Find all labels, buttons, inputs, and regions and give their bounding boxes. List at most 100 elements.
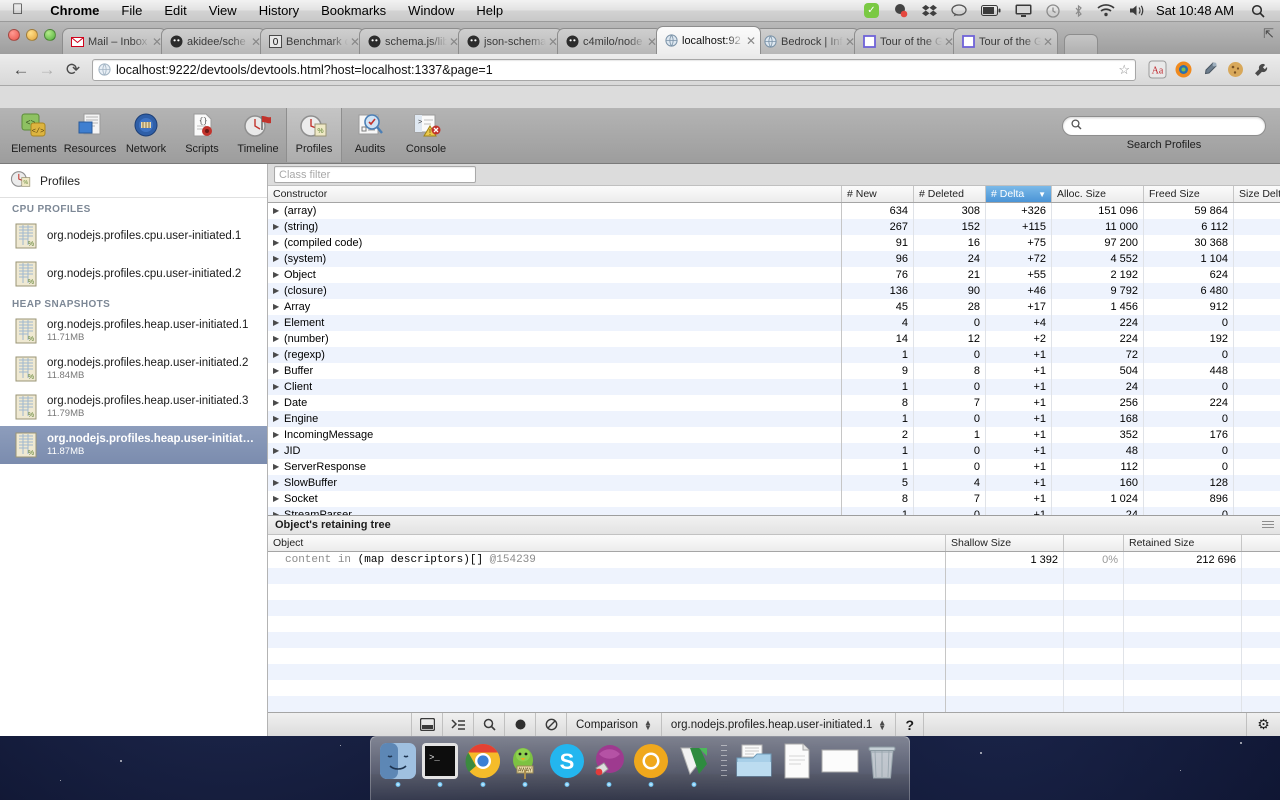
sidebar-item-cpu-profile-2[interactable]: % org.nodejs.profiles.cpu.user-initiated… — [0, 255, 267, 293]
column-header-new[interactable]: # New — [842, 186, 914, 202]
tab-resources[interactable]: Resources — [62, 108, 118, 162]
cell-constructor[interactable]: ▶ SlowBuffer — [268, 475, 842, 491]
table-row[interactable]: ▶Buffer98+1504448+56 — [268, 363, 1280, 379]
table-row[interactable]: ▶Object7621+552 192624+1 568 — [268, 267, 1280, 283]
show-console-drawer-button[interactable] — [443, 713, 474, 736]
battery-icon[interactable] — [980, 5, 1001, 16]
table-row[interactable]: ▶ServerResponse10+11120+112 — [268, 459, 1280, 475]
cell-constructor[interactable]: ▶ (compiled code) — [268, 235, 842, 251]
eyedropper-icon[interactable] — [1198, 59, 1220, 81]
cell-constructor[interactable]: ▶ Engine — [268, 411, 842, 427]
dropbox-icon[interactable] — [921, 4, 937, 18]
cell-constructor[interactable]: ▶ IncomingMessage — [268, 427, 842, 443]
table-row[interactable]: ▶Array4528+171 456912+544 — [268, 299, 1280, 315]
column-header-alloc-size[interactable]: Alloc. Size — [1052, 186, 1144, 202]
baseline-snapshot-select[interactable]: org.nodejs.profiles.heap.user-initiated.… — [662, 713, 897, 736]
expand-triangle-icon[interactable]: ▶ — [273, 399, 284, 407]
column-header-object[interactable]: Object — [268, 535, 946, 551]
table-row[interactable]: ▶IncomingMessage21+1352176+176 — [268, 427, 1280, 443]
column-header-shallow-size[interactable]: Shallow Size — [946, 535, 1064, 551]
table-row[interactable]: ▶Client10+1240+24 — [268, 379, 1280, 395]
minimize-button[interactable] — [26, 29, 38, 41]
menu-item-history[interactable]: History — [248, 3, 310, 18]
column-header-size-delta[interactable]: Size Delta — [1234, 186, 1280, 202]
expand-triangle-icon[interactable]: ▶ — [273, 335, 284, 343]
tab-profiles[interactable]: % Profiles — [286, 108, 342, 162]
checkmark-green-icon[interactable]: ✓ — [863, 3, 879, 18]
cell-constructor[interactable]: ▶ (string) — [268, 219, 842, 235]
sidebar-item-heap-snapshot-4[interactable]: % org.nodejs.profiles.heap.user-initiat…… — [0, 426, 267, 464]
dock-item-google-chrome[interactable] — [463, 741, 501, 787]
dock-item-finder[interactable] — [379, 741, 417, 787]
gear-icon[interactable]: ⚙ — [1246, 713, 1280, 736]
help-button[interactable]: ? — [896, 713, 925, 736]
tab-elements[interactable]: <> </> Elements — [6, 108, 62, 162]
table-row[interactable]: ▶(string)267152+11511 0006 112+4 888 — [268, 219, 1280, 235]
expand-triangle-icon[interactable]: ▶ — [273, 351, 284, 359]
translate-icon[interactable]: Aa — [1146, 59, 1168, 81]
clear-button[interactable] — [536, 713, 567, 736]
menu-item-window[interactable]: Window — [397, 3, 465, 18]
table-row[interactable]: ▶(closure)13690+469 7926 480+3 312 — [268, 283, 1280, 299]
dock-item-colloquy[interactable] — [590, 741, 628, 787]
cell-object[interactable]: content in (map descriptors)[] @154239 — [268, 552, 946, 568]
table-row[interactable]: ▶Element40+42240+224 — [268, 315, 1280, 331]
cookie-icon[interactable] — [1224, 59, 1246, 81]
browser-tab[interactable]: Bedrock | Inf ✕ — [755, 28, 860, 54]
menu-item-bookmarks[interactable]: Bookmarks — [310, 3, 397, 18]
expand-triangle-icon[interactable]: ▶ — [273, 447, 284, 455]
expand-triangle-icon[interactable]: ▶ — [273, 495, 284, 503]
table-row[interactable]: ▶Date87+1256224+32 — [268, 395, 1280, 411]
cell-constructor[interactable]: ▶ Client — [268, 379, 842, 395]
expand-triangle-icon[interactable]: ▶ — [273, 271, 284, 279]
reload-button[interactable]: ⟳ — [60, 60, 86, 80]
extension-orange-icon[interactable] — [1172, 59, 1194, 81]
sidebar-item-heap-snapshot-2[interactable]: % org.nodejs.profiles.heap.user-initiate… — [0, 350, 267, 388]
volume-icon[interactable] — [1129, 4, 1145, 17]
table-row[interactable]: ▶Engine10+11680+168 — [268, 411, 1280, 427]
sidebar-item-heap-snapshot-1[interactable]: % org.nodejs.profiles.heap.user-initiate… — [0, 312, 267, 350]
column-header-constructor[interactable]: Constructor — [268, 186, 842, 202]
dropbox-secondary-icon[interactable] — [893, 3, 908, 18]
column-header-shallow-pct[interactable] — [1064, 535, 1124, 551]
cell-constructor[interactable]: ▶ (array) — [268, 203, 842, 219]
cell-constructor[interactable]: ▶ (number) — [268, 331, 842, 347]
table-row[interactable]: ▶JID10+1480+48 — [268, 443, 1280, 459]
expand-triangle-icon[interactable]: ▶ — [273, 303, 284, 311]
dock-item-terminal[interactable]: >_ — [421, 741, 459, 787]
browser-tab[interactable]: Tour of the G ✕ — [953, 28, 1058, 54]
address-bar[interactable]: localhost:9222/devtools/devtools.html?ho… — [92, 58, 1136, 81]
forward-button[interactable]: → — [34, 60, 60, 80]
expand-triangle-icon[interactable]: ▶ — [273, 463, 284, 471]
wrench-menu-icon[interactable] — [1250, 59, 1272, 81]
expand-triangle-icon[interactable]: ▶ — [273, 287, 284, 295]
dock-item-whiteboard-stack[interactable] — [821, 741, 859, 781]
search-icon[interactable] — [1251, 4, 1265, 18]
retaining-tree-row[interactable]: content in (map descriptors)[] @154239 1 … — [268, 552, 1280, 568]
column-header-delta[interactable]: # Delta ▼ — [986, 186, 1052, 202]
cell-constructor[interactable]: ▶ (system) — [268, 251, 842, 267]
cell-constructor[interactable]: ▶ Buffer — [268, 363, 842, 379]
browser-tab-active[interactable]: localhost:92 ✕ — [656, 26, 761, 54]
class-filter-input[interactable]: Class filter — [274, 166, 476, 183]
wifi-icon[interactable] — [1097, 4, 1115, 17]
toggle-dock-side-button[interactable] — [412, 713, 443, 736]
expand-triangle-icon[interactable]: ▶ — [273, 255, 284, 263]
tab-console[interactable]: >! Console — [398, 108, 454, 162]
search-input[interactable] — [1062, 116, 1266, 136]
tab-timeline[interactable]: Timeline — [230, 108, 286, 162]
chat-bubble-icon[interactable] — [951, 4, 967, 17]
browser-tab[interactable]: Mail – Inbox ✕ — [62, 28, 167, 54]
cell-constructor[interactable]: ▶ JID — [268, 443, 842, 459]
view-mode-select[interactable]: Comparison ▲ ▼ — [567, 713, 662, 736]
expand-triangle-icon[interactable]: ▶ — [273, 367, 284, 375]
cell-constructor[interactable]: ▶ StreamParser — [268, 507, 842, 515]
cell-constructor[interactable]: ▶ Socket — [268, 491, 842, 507]
cell-constructor[interactable]: ▶ Object — [268, 267, 842, 283]
column-header-retained-size[interactable]: Retained Size — [1124, 535, 1242, 551]
apple-logo-icon[interactable]:  — [12, 2, 23, 17]
expand-triangle-icon[interactable]: ▶ — [273, 319, 284, 327]
dock-item-downloads-stack[interactable] — [734, 741, 774, 781]
expand-triangle-icon[interactable]: ▶ — [273, 223, 284, 231]
table-row[interactable]: ▶(system)9624+724 5521 104+3 448 — [268, 251, 1280, 267]
